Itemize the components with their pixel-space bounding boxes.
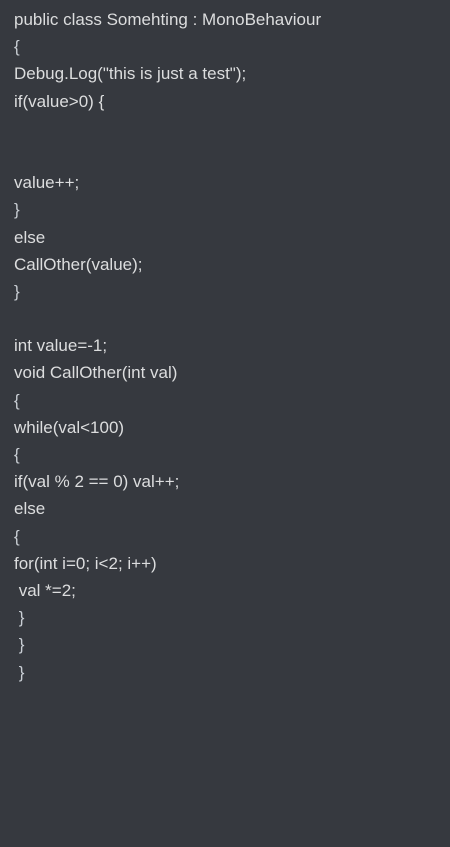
code-line: while(val<100) [14,417,125,437]
code-line: Debug.Log("this is just a test"); [14,64,247,84]
code-line: public class Somehting : MonoBehaviour [14,10,322,29]
code-line: { [14,526,20,546]
code-line: value++; [14,173,80,193]
code-line: void CallOther(int val) [14,363,178,383]
code-line: } [14,608,25,628]
code-line: if(val % 2 == 0) val++; [14,472,180,492]
code-line: { [14,445,20,464]
code-line: { [14,37,20,57]
code-line: else [14,227,46,247]
code-line: { [14,390,20,410]
code-line: else [14,499,46,519]
code-line: CallOther(value); [14,254,143,274]
code-line: } [14,200,20,220]
code-line: for(int i=0; i<2; i++) [14,553,157,573]
code-line: int value=-1; [14,336,108,356]
code-line: } [14,662,25,682]
code-line: val *=2; [14,580,76,600]
code-line: if(value>0) { [14,91,105,111]
code-line: } [14,281,20,301]
code-block: public class Somehting : MonoBehaviour {… [0,0,450,847]
code-line: } [14,635,25,655]
